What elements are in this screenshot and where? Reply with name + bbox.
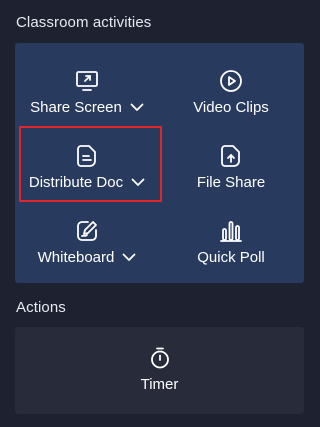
chevron-down-icon[interactable] xyxy=(131,178,145,187)
whiteboard-label: Whiteboard xyxy=(37,249,115,266)
file-share-label: File Share xyxy=(196,174,266,191)
chevron-down-icon[interactable] xyxy=(130,103,144,112)
quick-poll-label: Quick Poll xyxy=(197,249,265,266)
file-share-icon xyxy=(219,144,243,168)
activities-panel: Share Screen Video Clips Distribute Doc xyxy=(15,43,304,283)
timer-label: Timer xyxy=(140,376,179,393)
whiteboard-icon xyxy=(75,219,99,243)
video-clips-icon xyxy=(219,69,243,93)
classroom-activities-title: Classroom activities xyxy=(16,14,152,31)
file-share-button[interactable]: File Share xyxy=(159,126,303,201)
distribute-doc-label: Distribute Doc xyxy=(28,174,124,191)
timer-button[interactable]: Timer xyxy=(15,327,304,414)
quick-poll-button[interactable]: Quick Poll xyxy=(159,201,303,276)
share-screen-button[interactable]: Share Screen xyxy=(15,51,159,126)
distribute-doc-button[interactable]: Distribute Doc xyxy=(15,126,159,201)
video-clips-label: Video Clips xyxy=(193,99,269,116)
actions-panel: Timer xyxy=(15,327,304,414)
actions-title: Actions xyxy=(16,299,66,316)
poll-icon xyxy=(219,219,243,243)
share-screen-label: Share Screen xyxy=(30,99,122,116)
document-icon xyxy=(75,144,99,168)
video-clips-button[interactable]: Video Clips xyxy=(159,51,303,126)
share-screen-icon xyxy=(75,69,99,93)
whiteboard-button[interactable]: Whiteboard xyxy=(15,201,159,276)
timer-icon xyxy=(149,347,171,369)
chevron-down-icon[interactable] xyxy=(122,253,136,262)
